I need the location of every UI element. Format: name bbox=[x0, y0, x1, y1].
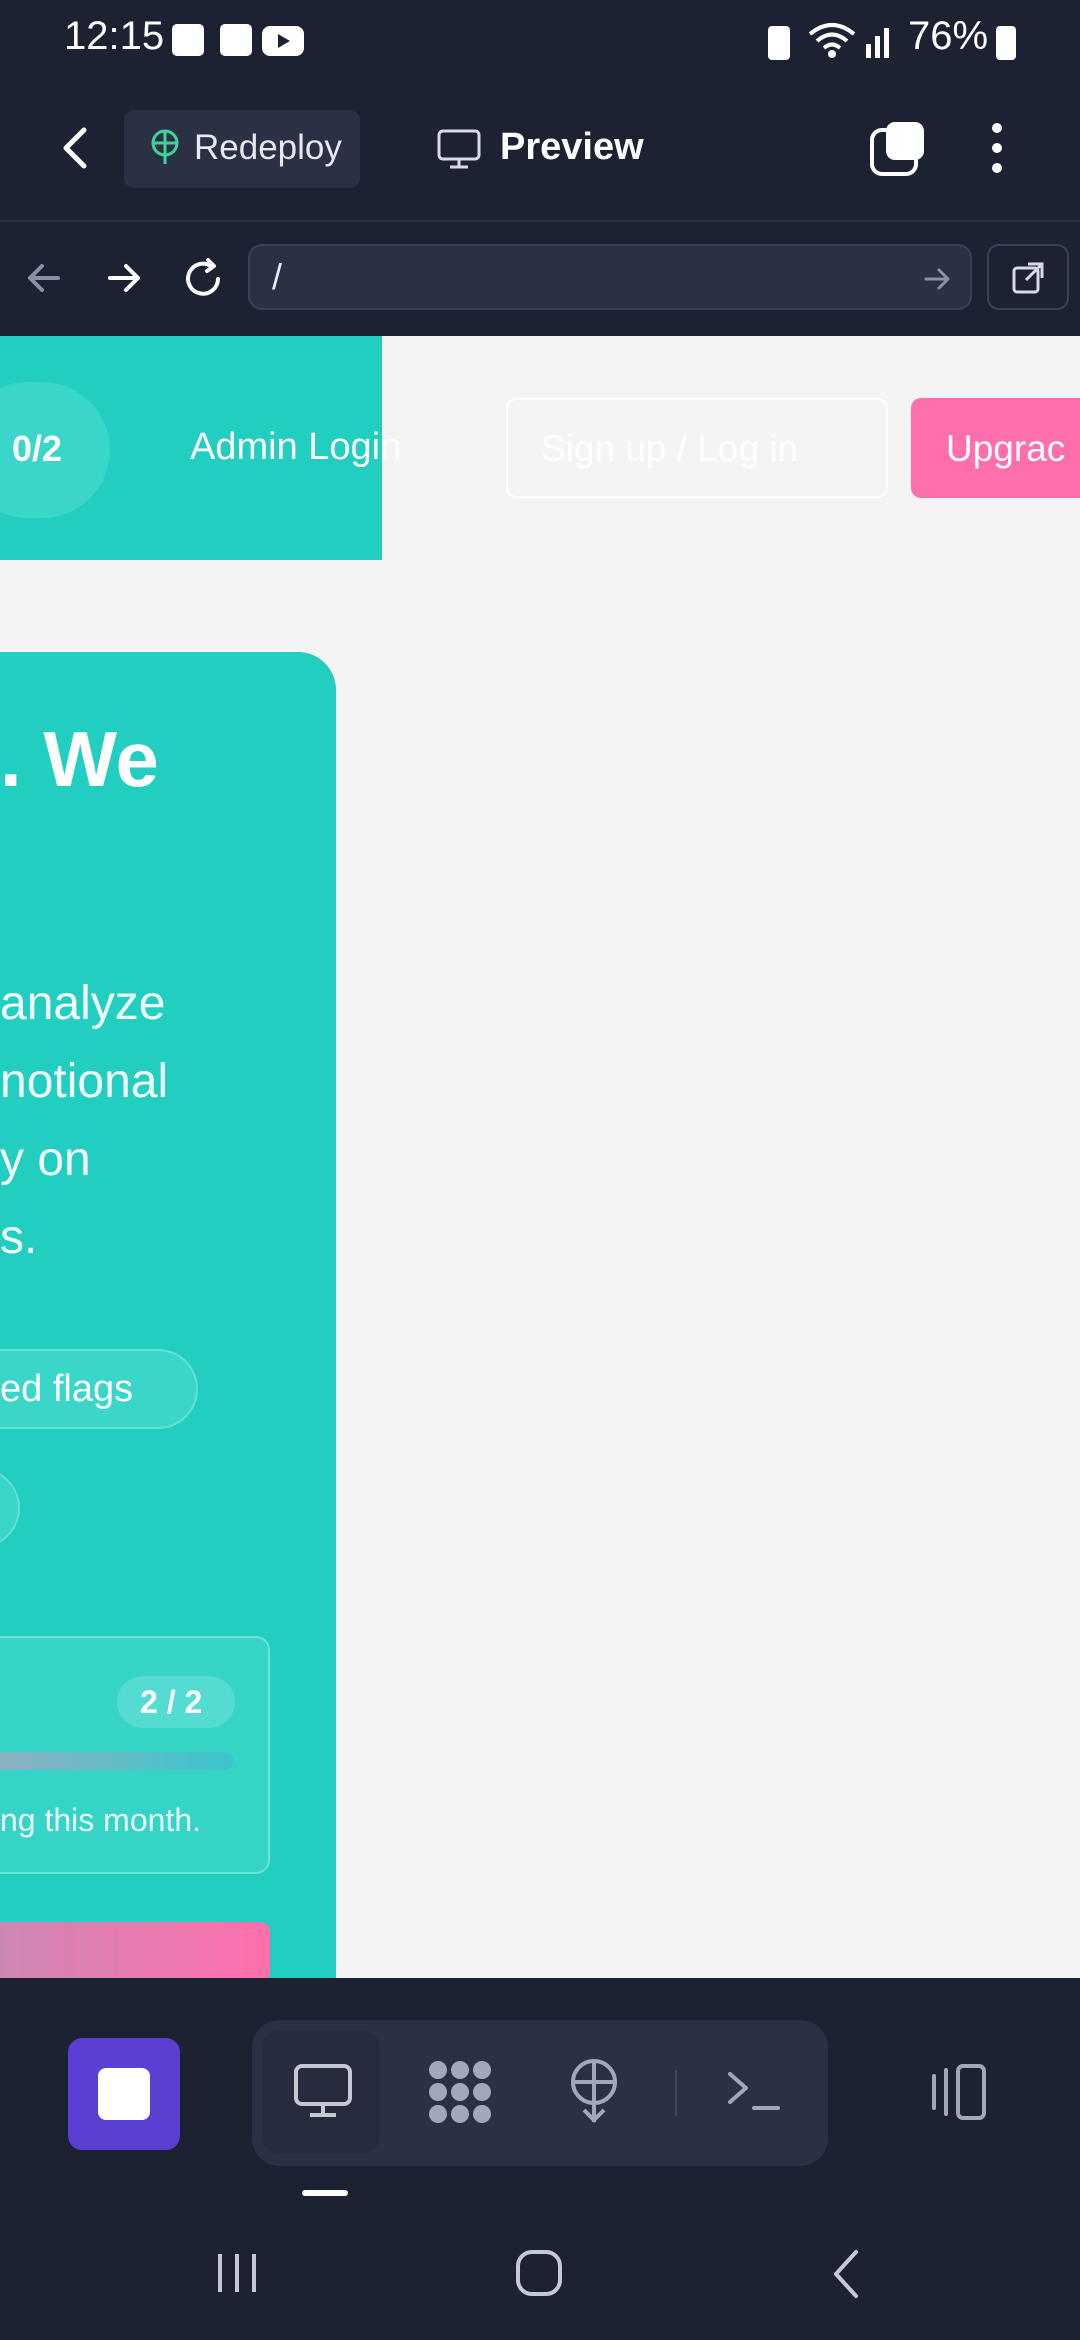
signup-login-label: Sign up / Log in bbox=[541, 428, 799, 469]
url-input[interactable] bbox=[248, 244, 972, 310]
signal-icon bbox=[866, 28, 889, 58]
youtube-icon bbox=[262, 26, 304, 56]
recents-icon[interactable] bbox=[212, 2250, 262, 2296]
usage-progress-fill bbox=[0, 1752, 234, 1770]
stop-icon bbox=[98, 2068, 150, 2120]
apps-icon[interactable] bbox=[424, 2058, 496, 2126]
wifi-icon bbox=[808, 23, 856, 58]
back-icon[interactable] bbox=[56, 124, 96, 172]
web-preview[interactable]: 0/2 Admin Login Sign up / Log in Upgrac … bbox=[0, 336, 1080, 1978]
counter-text: 0/2 bbox=[12, 428, 63, 469]
feature-pill-label: ed flags bbox=[0, 1368, 134, 1410]
home-icon[interactable] bbox=[512, 2246, 566, 2300]
cta-button[interactable] bbox=[0, 1922, 270, 1978]
status-time: 12:15 bbox=[64, 14, 165, 58]
redeploy-label: Redeploy bbox=[194, 128, 342, 167]
reload-icon[interactable] bbox=[180, 256, 226, 302]
usage-note: ng this month. bbox=[0, 1802, 201, 1838]
external-link-icon bbox=[1012, 262, 1044, 294]
monitor-icon bbox=[437, 129, 481, 169]
terminal-icon[interactable] bbox=[724, 2066, 784, 2116]
tool-separator bbox=[675, 2070, 677, 2116]
monitor-icon bbox=[294, 2064, 352, 2117]
device-icon[interactable] bbox=[922, 2062, 992, 2122]
more-icon[interactable] bbox=[982, 118, 1012, 178]
battery-saver-icon bbox=[768, 26, 790, 60]
usage-progress-bar bbox=[0, 1752, 234, 1770]
go-arrow-icon[interactable] bbox=[922, 264, 952, 294]
hero-title: . We bbox=[0, 715, 159, 803]
usage-badge-text: 2 / 2 bbox=[140, 1684, 203, 1720]
hero-text-line: notional bbox=[0, 1055, 169, 1108]
deploy-icon[interactable] bbox=[566, 2058, 622, 2126]
upgrade-label: Upgrac bbox=[946, 428, 1066, 469]
system-back-icon[interactable] bbox=[826, 2248, 866, 2300]
checkbox-icon bbox=[220, 24, 252, 56]
preview-tab[interactable]: Preview bbox=[500, 126, 644, 169]
deploy-icon bbox=[151, 129, 179, 164]
back-arrow-icon[interactable] bbox=[24, 258, 64, 298]
copy-icon[interactable] bbox=[868, 118, 928, 178]
battery-percent: 76% bbox=[908, 14, 989, 58]
forward-arrow-icon[interactable] bbox=[104, 258, 144, 298]
hero-text-line: y on bbox=[0, 1133, 91, 1186]
hero-text-line: s. bbox=[0, 1211, 38, 1264]
hero-text-line: analyze bbox=[0, 977, 166, 1030]
image-icon bbox=[172, 24, 204, 56]
admin-login-link[interactable]: Admin Login bbox=[190, 426, 401, 469]
url-text: / bbox=[272, 256, 283, 297]
battery-icon bbox=[996, 26, 1016, 60]
